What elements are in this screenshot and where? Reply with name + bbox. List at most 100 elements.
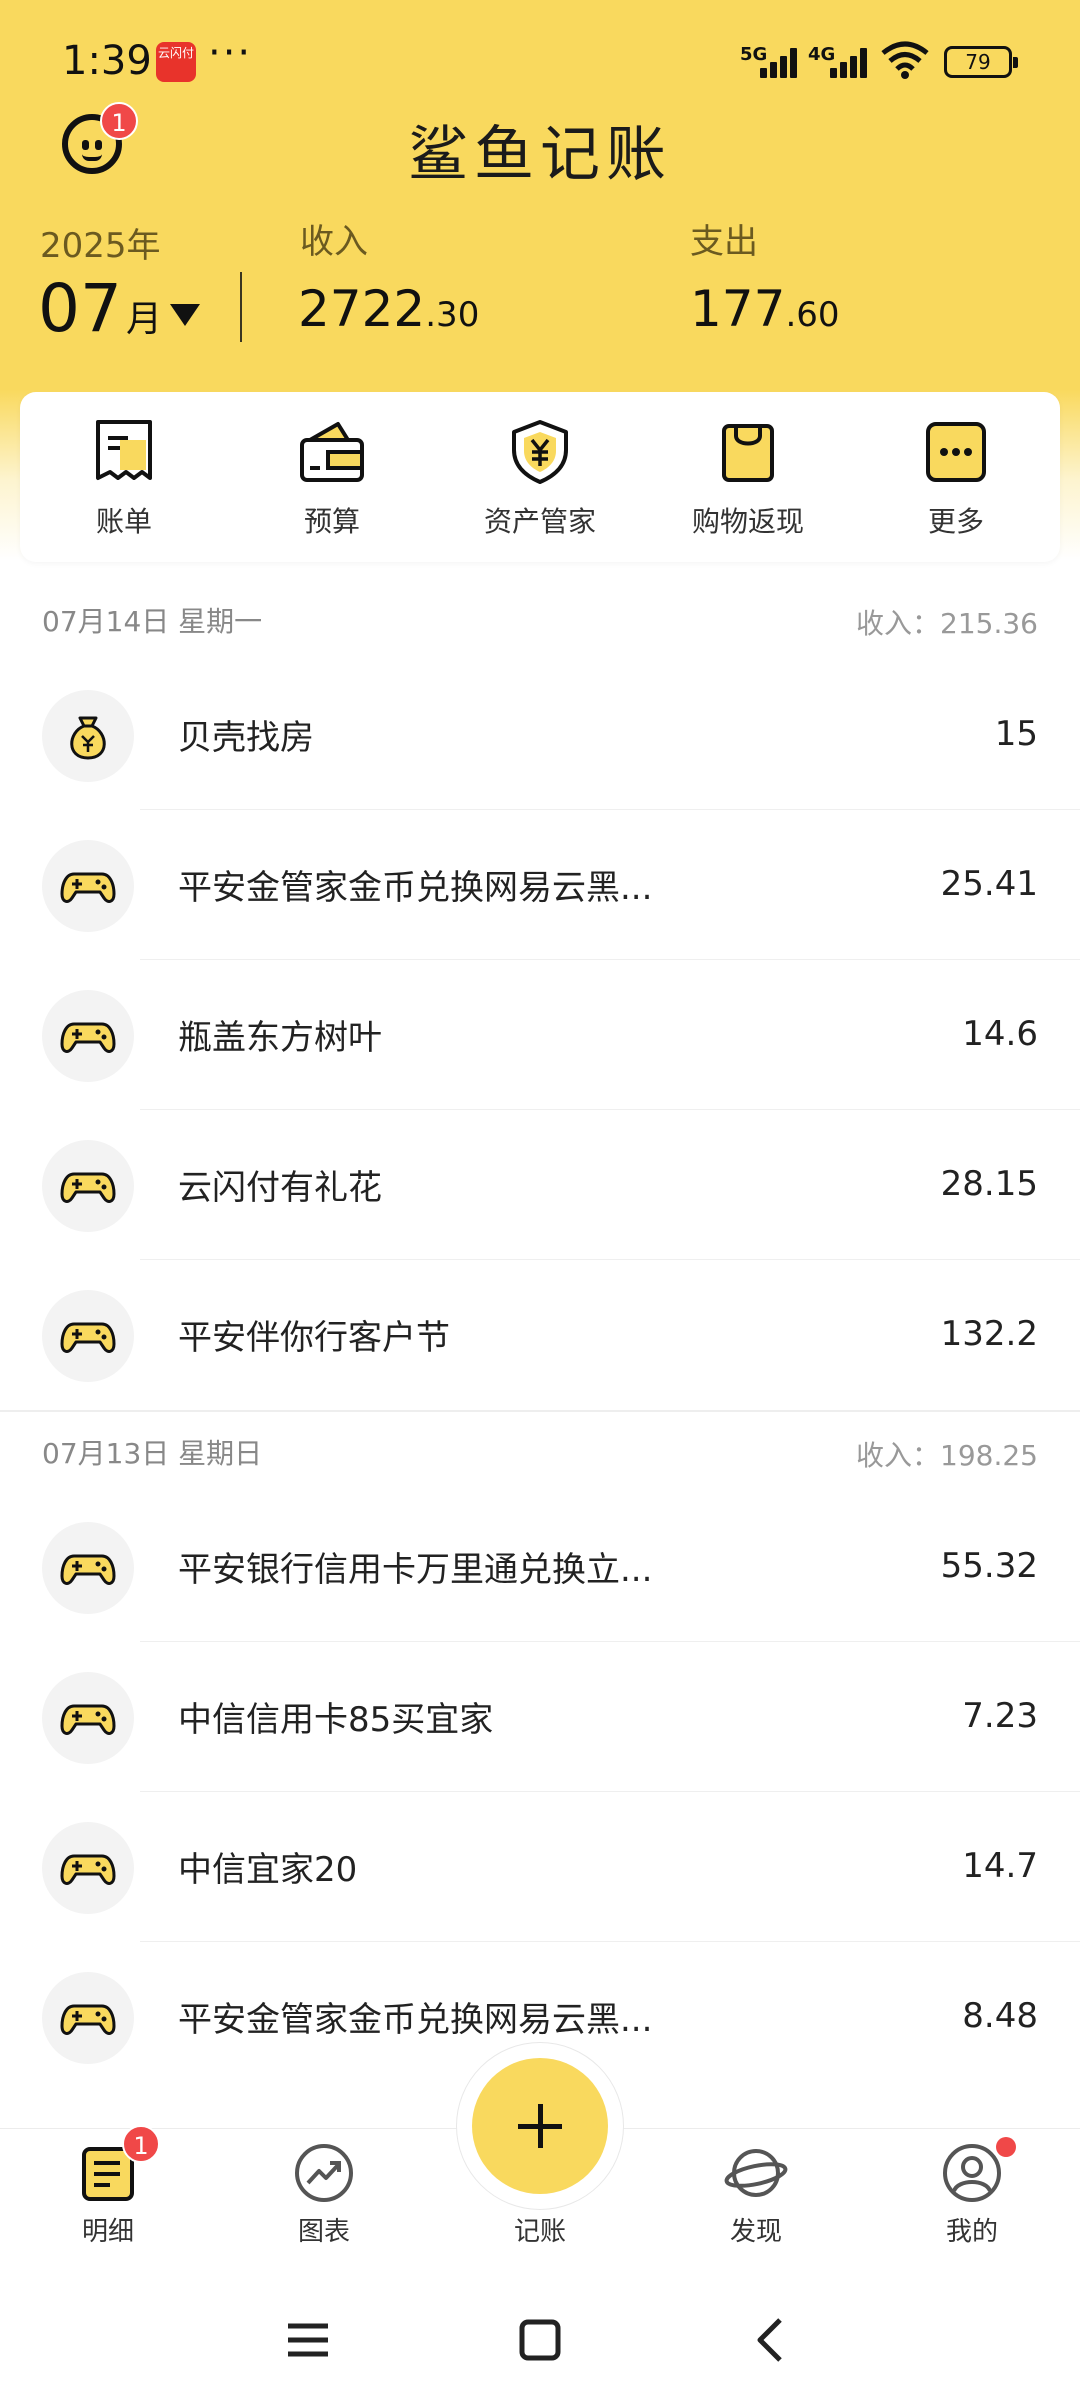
- category-icon-circle: [42, 1822, 134, 1914]
- list-item[interactable]: 中信信用卡85买宜家 7.23: [0, 1642, 1080, 1792]
- tab-profile[interactable]: 我的: [864, 2141, 1080, 2248]
- quick-action-label: 购物返现: [691, 505, 804, 538]
- tab-label: 发现: [729, 2217, 782, 2247]
- entry-name: 云闪付有礼花: [178, 1168, 382, 1208]
- quick-action-label: 更多: [927, 505, 984, 538]
- gamepad-icon: [60, 2004, 116, 2035]
- back-icon[interactable]: [742, 2310, 802, 2370]
- category-icon-circle: [42, 1522, 134, 1614]
- gamepad-icon: [60, 1322, 116, 1353]
- shopping-bag-icon: [722, 424, 774, 482]
- category-icon-circle: [42, 840, 134, 932]
- caret-down-icon[interactable]: [170, 304, 200, 326]
- quick-action-budget[interactable]: 预算: [228, 418, 436, 540]
- expense-value: 177.60: [690, 280, 840, 338]
- tab-discover[interactable]: 发现: [648, 2141, 864, 2248]
- home-icon[interactable]: [510, 2310, 570, 2370]
- gamepad-icon: [60, 1704, 116, 1735]
- category-icon-circle: [42, 1140, 134, 1232]
- wallet-icon: [300, 422, 364, 482]
- category-icon-circle: [42, 1672, 134, 1764]
- day-income: 收入：215.36: [856, 607, 1038, 640]
- gamepad-icon: [60, 1854, 116, 1885]
- money-bag-icon: [70, 716, 106, 760]
- entry-name: 平安金管家金币兑换网易云黑...: [178, 868, 653, 908]
- user-profile-icon: [943, 2144, 1001, 2202]
- profile-reddot: [996, 2137, 1016, 2157]
- tab-label: 记账: [513, 2217, 566, 2247]
- more-icon: [926, 422, 986, 482]
- quick-action-more[interactable]: 更多: [852, 418, 1060, 540]
- system-nav-bar: [0, 2270, 1080, 2400]
- entry-amount: 8.48: [962, 1996, 1038, 2036]
- quick-action-label: 账单: [95, 505, 152, 538]
- gamepad-icon: [60, 1172, 116, 1203]
- status-time: 1:39: [62, 38, 152, 84]
- gamepad-icon: [60, 1022, 116, 1053]
- entry-name: 贝壳找房: [178, 718, 314, 758]
- day-income: 收入：198.25: [856, 1439, 1038, 1472]
- entry-name: 中信宜家20: [178, 1850, 358, 1890]
- tab-label: 我的: [945, 2217, 998, 2247]
- battery-icon: 79: [944, 46, 1018, 78]
- tab-label: 明细: [81, 2217, 134, 2247]
- expense-dec: .60: [785, 295, 840, 335]
- list-item[interactable]: 中信宜家20 14.7: [0, 1792, 1080, 1942]
- list-item[interactable]: 平安伴你行客户节 132.2: [0, 1260, 1080, 1410]
- entry-name: 平安银行信用卡万里通兑换立...: [178, 1550, 653, 1590]
- bill-icon: [96, 420, 152, 480]
- tab-details[interactable]: 明细: [0, 2141, 216, 2248]
- month-selector[interactable]: 07 月: [38, 270, 162, 347]
- entry-name: 中信信用卡85买宜家: [178, 1700, 494, 1740]
- list-item[interactable]: 贝壳找房 15: [0, 660, 1080, 810]
- gamepad-icon: [60, 1554, 116, 1585]
- menu-icon[interactable]: [278, 2310, 338, 2370]
- planet-icon: [724, 2149, 788, 2197]
- category-icon-circle: [42, 690, 134, 782]
- transaction-list[interactable]: 07月14日 星期一 收入：215.36 贝壳找房 15 平安金管家金币兑换网易…: [0, 580, 1080, 2092]
- status-bar: 1:39 云闪付 ··· 5G 4G 79: [0, 30, 1080, 100]
- income-label: 收入: [300, 222, 368, 262]
- income-value: 2722.30: [298, 280, 479, 338]
- day-date: 07月14日 星期一: [42, 605, 263, 638]
- category-icon-circle: [42, 990, 134, 1082]
- quick-action-assets[interactable]: 资产管家: [436, 418, 644, 540]
- app-icon-text: 云闪付: [157, 46, 194, 60]
- income-int: 2722: [298, 280, 426, 338]
- entry-amount: 14.7: [962, 1846, 1038, 1886]
- battery-level: 79: [965, 50, 991, 74]
- tab-charts[interactable]: 图表: [216, 2141, 432, 2248]
- month-unit: 月: [125, 299, 162, 340]
- entry-name: 平安金管家金币兑换网易云黑...: [178, 2000, 653, 2040]
- expense-label: 支出: [690, 222, 758, 262]
- tab-details-badge: 1: [122, 2125, 160, 2163]
- entry-amount: 7.23: [962, 1696, 1038, 1736]
- add-entry-button[interactable]: [472, 2058, 608, 2194]
- signal-4g-icon: [826, 44, 874, 78]
- more-notifications-icon: ···: [208, 30, 253, 76]
- header-divider: [240, 272, 242, 342]
- list-item[interactable]: 平安金管家金币兑换网易云黑... 25.41: [0, 810, 1080, 960]
- shield-yen-icon: [512, 420, 568, 484]
- list-item[interactable]: 云闪付有礼花 28.15: [0, 1110, 1080, 1260]
- quick-action-cashback[interactable]: 购物返现: [644, 418, 852, 540]
- entry-amount: 28.15: [940, 1164, 1038, 1204]
- year-label: 2025年: [40, 226, 161, 266]
- entry-amount: 15: [994, 714, 1038, 754]
- quick-action-label: 预算: [303, 505, 360, 538]
- category-icon-circle: [42, 1290, 134, 1382]
- category-icon-circle: [42, 1972, 134, 2064]
- quick-actions-card: 账单 预算 资产管家 购物返现 更多: [20, 392, 1060, 562]
- day-header: 07月13日 星期日 收入：198.25: [0, 1412, 1080, 1492]
- signal-5g-icon: [756, 44, 804, 78]
- unionpay-app-icon: 云闪付: [156, 42, 196, 82]
- list-item[interactable]: 平安银行信用卡万里通兑换立... 55.32: [0, 1492, 1080, 1642]
- entry-name: 平安伴你行客户节: [178, 1318, 450, 1358]
- list-item[interactable]: 瓶盖东方树叶 14.6: [0, 960, 1080, 1110]
- quick-action-bill[interactable]: 账单: [20, 418, 228, 540]
- entry-amount: 25.41: [940, 864, 1038, 904]
- expense-int: 177: [690, 280, 786, 338]
- day-header: 07月14日 星期一 收入：215.36: [0, 580, 1080, 660]
- app-title: 鲨鱼记账: [408, 120, 672, 190]
- wifi-icon: [881, 41, 929, 79]
